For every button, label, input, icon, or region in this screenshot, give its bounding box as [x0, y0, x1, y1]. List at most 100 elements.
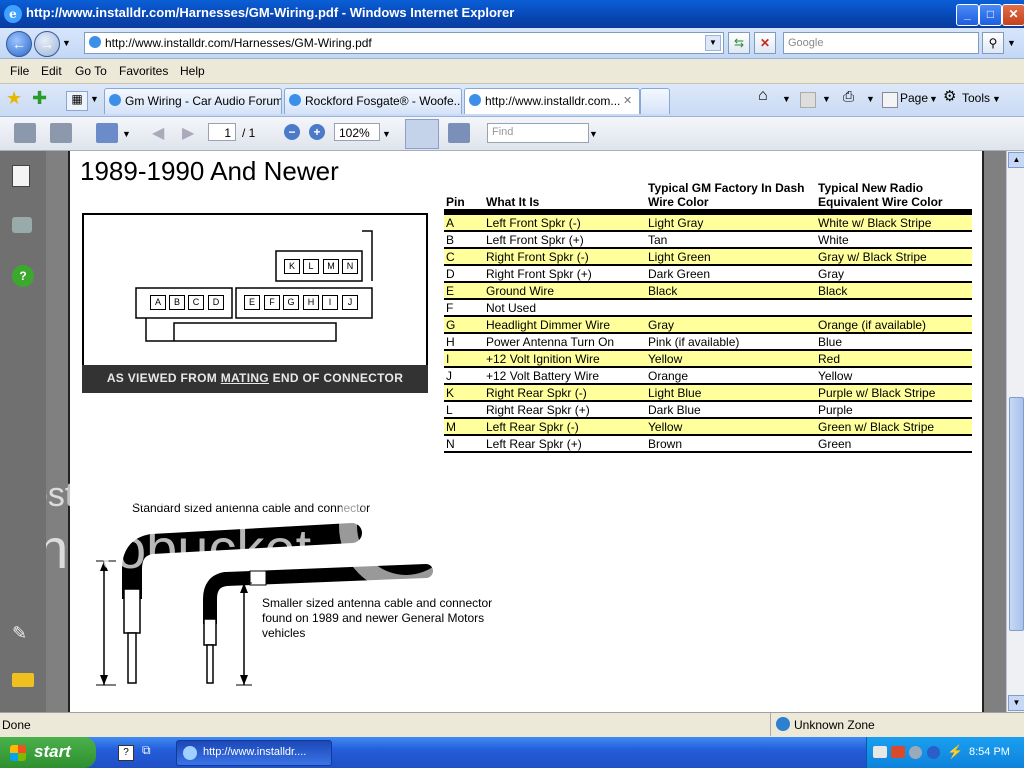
- feeds-dropdown-icon[interactable]: ▼: [822, 94, 831, 104]
- quicklaunch-help-icon[interactable]: ?: [118, 745, 134, 761]
- menu-go-to[interactable]: Go To: [75, 64, 107, 78]
- page-dropdown-icon[interactable]: ▼: [929, 94, 938, 104]
- zoom-in-icon[interactable]: +: [309, 124, 325, 140]
- pages-icon[interactable]: [12, 165, 30, 187]
- pin-cell: L: [444, 401, 484, 419]
- home-dropdown-icon[interactable]: ▼: [782, 94, 791, 104]
- quick-tabs-icon[interactable]: ▦: [66, 91, 88, 111]
- vertical-scrollbar[interactable]: ▲ ▼: [1006, 151, 1024, 712]
- comments-icon[interactable]: [12, 673, 34, 687]
- connector-caption: AS VIEWED FROM MATING END OF CONNECTOR: [82, 365, 428, 393]
- search-input[interactable]: Google: [783, 32, 979, 54]
- pdf-save-icon[interactable]: [50, 123, 72, 143]
- volume-tray-icon[interactable]: ⚡: [947, 744, 963, 760]
- function-cell: +12 Volt Battery Wire: [484, 367, 646, 385]
- menu-edit[interactable]: Edit: [41, 64, 62, 78]
- connector-pin: E: [244, 295, 260, 310]
- close-tab-icon[interactable]: ✕: [623, 94, 632, 107]
- pdf-viewer[interactable]: 1989-1990 And Newer K L M N A B C D E F …: [46, 151, 1006, 712]
- taskbar-item-ie[interactable]: http://www.installdr....: [176, 740, 332, 766]
- update-tray-icon[interactable]: [927, 746, 940, 759]
- scroll-up-icon[interactable]: ▲: [1008, 152, 1024, 168]
- tab-installdr[interactable]: http://www.installdr.com... ✕: [464, 88, 640, 114]
- zoom-dropdown-icon[interactable]: ▼: [382, 129, 391, 139]
- header-radio-color: Typical New Radio Equivalent Wire Color: [816, 175, 972, 215]
- address-field[interactable]: http://www.installdr.com/Harnesses/GM-Wi…: [84, 32, 724, 54]
- pin-cell: A: [444, 212, 484, 232]
- table-row: M Left Rear Spkr (-) Yellow Green w/ Black …: [444, 418, 972, 436]
- stop-button[interactable]: ✕: [754, 32, 776, 54]
- pin-cell: C: [444, 248, 484, 266]
- pin-cell: M: [444, 418, 484, 436]
- settings-tray-icon[interactable]: [909, 746, 922, 759]
- page-count: / 1: [242, 126, 256, 140]
- table-row: H Power Antenna Turn On Pink (if available…: [444, 333, 972, 351]
- radio-color-cell: Black: [816, 282, 972, 300]
- scroll-down-icon[interactable]: ▼: [1008, 695, 1024, 711]
- radio-color-cell: White w/ Black Stripe: [816, 212, 972, 232]
- next-page-icon[interactable]: ▶: [182, 123, 194, 143]
- table-row: F Not Used: [444, 299, 972, 317]
- menu-help[interactable]: Help: [180, 64, 205, 78]
- page-number-input[interactable]: 1: [208, 123, 236, 141]
- recent-pages-dropdown-icon[interactable]: ▼: [62, 38, 71, 48]
- watermark-logo: host. store. share. photobucket: [46, 459, 473, 593]
- previous-page-icon[interactable]: ◀: [152, 123, 164, 143]
- network-tray-icon[interactable]: [873, 746, 887, 758]
- fit-page-icon[interactable]: [448, 123, 470, 143]
- add-favorite-icon[interactable]: ✚: [32, 88, 47, 109]
- zoom-out-icon[interactable]: −: [284, 124, 300, 140]
- menu-file[interactable]: File: [10, 64, 29, 78]
- scroll-thumb[interactable]: [1009, 397, 1024, 631]
- tab-rockford[interactable]: Rockford Fosgate® - Woofe...: [284, 88, 462, 114]
- menu-bar: File Edit Go To Favorites Help: [0, 59, 1024, 84]
- search-icon[interactable]: ⚲: [982, 32, 1004, 54]
- home-icon[interactable]: ⌂: [758, 87, 768, 105]
- fit-width-icon[interactable]: [405, 119, 439, 149]
- tools-dropdown-icon[interactable]: ▼: [992, 94, 1001, 104]
- tab-label: Gm Wiring - Car Audio Forum...: [125, 94, 282, 108]
- table-row: E Ground Wire Black Black: [444, 282, 972, 300]
- feeds-icon[interactable]: [800, 92, 816, 108]
- print-dropdown-icon[interactable]: ▼: [866, 94, 875, 104]
- gm-color-cell: Yellow: [646, 350, 816, 368]
- pdf-share-dropdown-icon[interactable]: ▼: [122, 129, 131, 139]
- radio-color-cell: Red: [816, 350, 972, 368]
- function-cell: Left Rear Spkr (-): [484, 418, 646, 436]
- close-button[interactable]: ✕: [1002, 4, 1024, 26]
- tab-list-dropdown-icon[interactable]: ▼: [90, 94, 99, 104]
- find-input[interactable]: Find: [487, 123, 589, 143]
- zoom-level[interactable]: 102%: [334, 123, 380, 141]
- window-title-bar[interactable]: e http://www.installdr.com/Harnesses/GM-…: [0, 0, 1024, 28]
- security-zone: Unknown Zone: [794, 718, 875, 732]
- binoculars-icon[interactable]: [12, 217, 32, 233]
- address-dropdown-icon[interactable]: ▼: [705, 35, 721, 51]
- forward-button[interactable]: →: [34, 31, 60, 57]
- connector-pin: J: [342, 295, 358, 310]
- security-tray-icon[interactable]: [891, 746, 905, 758]
- start-button[interactable]: start: [0, 737, 96, 768]
- attachment-icon[interactable]: ✎: [12, 623, 34, 645]
- maximize-button[interactable]: □: [979, 4, 1002, 26]
- tools-menu[interactable]: Tools: [962, 91, 990, 105]
- refresh-button[interactable]: ⇆: [728, 32, 750, 54]
- minimize-button[interactable]: _: [956, 4, 979, 26]
- new-tab-button[interactable]: [640, 88, 670, 114]
- pdf-page: 1989-1990 And Newer K L M N A B C D E F …: [68, 151, 984, 712]
- table-row: B Left Front Spkr (+) Tan White: [444, 231, 972, 249]
- pdf-navigation-pane: ? ✎: [0, 151, 46, 712]
- find-dropdown-icon[interactable]: ▼: [589, 129, 598, 139]
- print-icon[interactable]: ⎙: [843, 88, 854, 105]
- favorites-star-icon[interactable]: ★: [6, 88, 22, 109]
- search-options-icon[interactable]: ▼: [1007, 38, 1016, 48]
- help-icon[interactable]: ?: [12, 265, 34, 287]
- pdf-share-icon[interactable]: [96, 123, 118, 143]
- menu-favorites[interactable]: Favorites: [119, 64, 168, 78]
- pin-cell: D: [444, 265, 484, 283]
- radio-color-cell: Green w/ Black Stripe: [816, 418, 972, 436]
- quicklaunch-windows-icon[interactable]: ⧉: [142, 743, 151, 758]
- tab-gm-wiring[interactable]: Gm Wiring - Car Audio Forum...: [104, 88, 282, 114]
- pdf-print-icon[interactable]: [14, 123, 36, 143]
- page-menu[interactable]: Page: [900, 91, 928, 105]
- back-button[interactable]: ←: [6, 31, 32, 57]
